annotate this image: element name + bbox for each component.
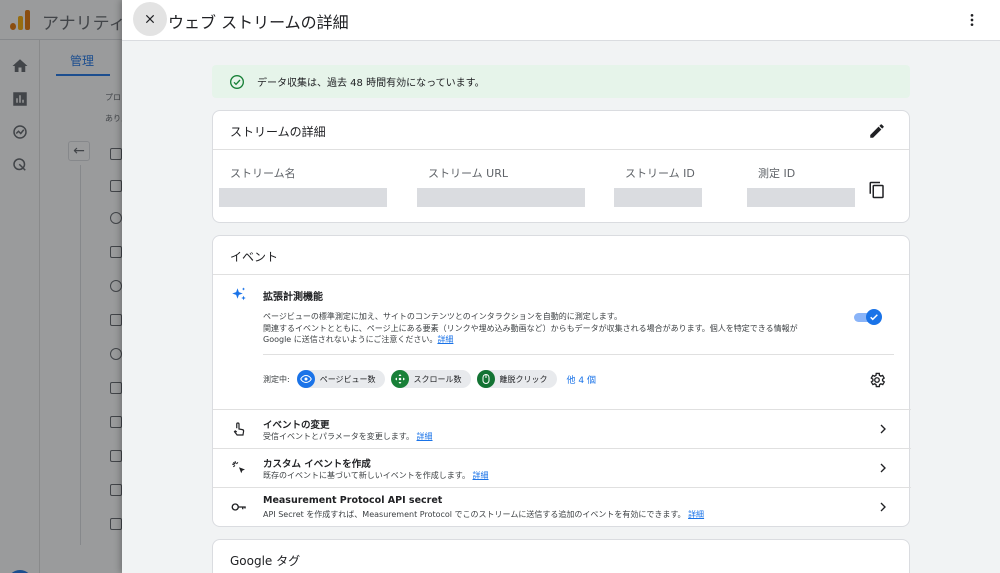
divider — [263, 354, 894, 355]
web-stream-details-drawer: ウェブ ストリームの詳細 データ収集は、過去 48 時間有効になっています。 ス… — [122, 0, 1000, 573]
sparkle-icon — [232, 287, 246, 301]
google-tag-title: Google タグ — [230, 554, 301, 568]
toggle-knob — [866, 309, 882, 325]
modify-events-title: イベントの変更 — [263, 420, 330, 431]
events-header: イベント — [213, 236, 909, 275]
drawer-header: ウェブ ストリームの詳細 — [122, 0, 1000, 41]
check-icon — [870, 314, 878, 321]
enhanced-measurement-learn-more-link[interactable]: 詳細 — [437, 335, 453, 344]
chip-label: ページビュー数 — [319, 374, 376, 384]
create-custom-event-row[interactable]: カスタム イベントを作成 既存のイベントに基づいて新しいイベントを作成します。 … — [213, 448, 911, 487]
events-card: イベント 拡張計測機能 ページビューの標準測定に加え、サイトのコンテンツとのイン… — [212, 235, 911, 527]
banner-text: データ収集は、過去 48 時間有効になっています。 — [257, 78, 485, 89]
google-tag-card: Google タグ — [212, 539, 910, 573]
description-line-1: ページビューの標準測定に加え、サイトのコンテンツとのインタラクションを自動的に測… — [263, 312, 622, 321]
stream-url-value — [417, 188, 585, 207]
chip-page-views[interactable]: ページビュー数 — [296, 370, 385, 388]
enhanced-measurement-section: 拡張計測機能 ページビューの標準測定に加え、サイトのコンテンツとのインタラクショ… — [213, 276, 911, 408]
mouse-icon — [476, 370, 495, 388]
description-line-2: 関連するイベントとともに、ページ上にある要素（リンクや埋め込み動画など）からもデ… — [263, 323, 798, 333]
close-icon — [145, 14, 155, 24]
copy-icon[interactable] — [868, 181, 886, 199]
measurement-protocol-learn-more-link[interactable]: 詳細 — [688, 510, 704, 519]
drawer-title: ウェブ ストリームの詳細 — [168, 13, 349, 32]
enhanced-measurement-toggle[interactable] — [854, 309, 882, 325]
measurement-protocol-row[interactable]: Measurement Protocol API secret API Secr… — [213, 487, 911, 526]
modify-events-description: 受信イベントとパラメータを変更します。 詳細 — [263, 432, 433, 441]
enhanced-measurement-description: ページビューの標準測定に加え、サイトのコンテンツとのインタラクションを自動的に測… — [263, 311, 843, 346]
stream-url-label: ストリーム URL — [428, 167, 508, 180]
check-circle-icon — [230, 74, 244, 89]
measuring-label: 測定中: — [263, 374, 290, 384]
close-button[interactable] — [133, 2, 167, 36]
modify-events-learn-more-link[interactable]: 詳細 — [417, 432, 433, 441]
chip-label: 離脱クリック — [499, 374, 548, 384]
stream-id-value — [614, 188, 702, 207]
events-title: イベント — [230, 250, 279, 264]
more-events-link[interactable]: 他 4 個 — [567, 373, 596, 386]
measurement-protocol-description: API Secret を作成すれば、Measurement Protocol で… — [263, 510, 705, 519]
chevron-right-icon — [880, 463, 886, 473]
chevron-right-icon — [880, 502, 886, 512]
scroll-arrows-icon — [390, 370, 409, 388]
google-tag-header: Google タグ — [213, 540, 909, 573]
stream-id-label: ストリーム ID — [625, 167, 695, 180]
chip-scrolls[interactable]: スクロール数 — [390, 370, 471, 388]
create-custom-event-title: カスタム イベントを作成 — [263, 459, 371, 470]
more-vert-icon — [970, 14, 974, 26]
chevron-right-icon — [880, 424, 886, 434]
stream-details-card: ストリームの詳細 ストリーム名 ストリーム URL ストリーム ID 測定 ID — [212, 110, 910, 223]
modify-events-row[interactable]: イベントの変更 受信イベントとパラメータを変更します。 詳細 — [213, 409, 911, 448]
description-line-3: Google に送信されないようにご注意ください。 — [263, 335, 438, 344]
data-collection-banner: データ収集は、過去 48 時間有効になっています。 — [212, 65, 910, 98]
stream-name-value — [219, 188, 387, 207]
stream-name-label: ストリーム名 — [230, 167, 296, 180]
measurement-id-label: 測定 ID — [758, 167, 796, 180]
stream-url-field: ストリーム URL — [417, 165, 585, 207]
measurement-protocol-title: Measurement Protocol API secret — [263, 495, 443, 506]
gear-icon[interactable] — [868, 371, 886, 389]
measuring-row: 測定中: ページビュー数 スクロール数 離脱クリック 他 4 個 — [263, 369, 596, 389]
measurement-id-value — [747, 188, 855, 207]
create-custom-event-learn-more-link[interactable]: 詳細 — [473, 471, 489, 480]
chip-outbound-clicks[interactable]: 離脱クリック — [476, 370, 557, 388]
edit-icon[interactable] — [868, 122, 886, 140]
stream-details-header: ストリームの詳細 — [213, 111, 909, 150]
key-icon — [231, 503, 246, 511]
sparkle-click-icon — [232, 461, 245, 474]
enhanced-measurement-title: 拡張計測機能 — [263, 292, 323, 303]
more-options-button[interactable] — [960, 9, 984, 31]
create-custom-event-description: 既存のイベントに基づいて新しいイベントを作成します。 詳細 — [263, 471, 489, 480]
stream-details-title: ストリームの詳細 — [230, 125, 326, 139]
stream-id-field: ストリーム ID — [614, 165, 702, 207]
stream-name-field: ストリーム名 — [219, 165, 387, 207]
chip-label: スクロール数 — [413, 374, 462, 384]
touch-icon — [233, 422, 245, 436]
measurement-id-field: 測定 ID — [747, 165, 855, 207]
eye-icon — [296, 370, 315, 388]
